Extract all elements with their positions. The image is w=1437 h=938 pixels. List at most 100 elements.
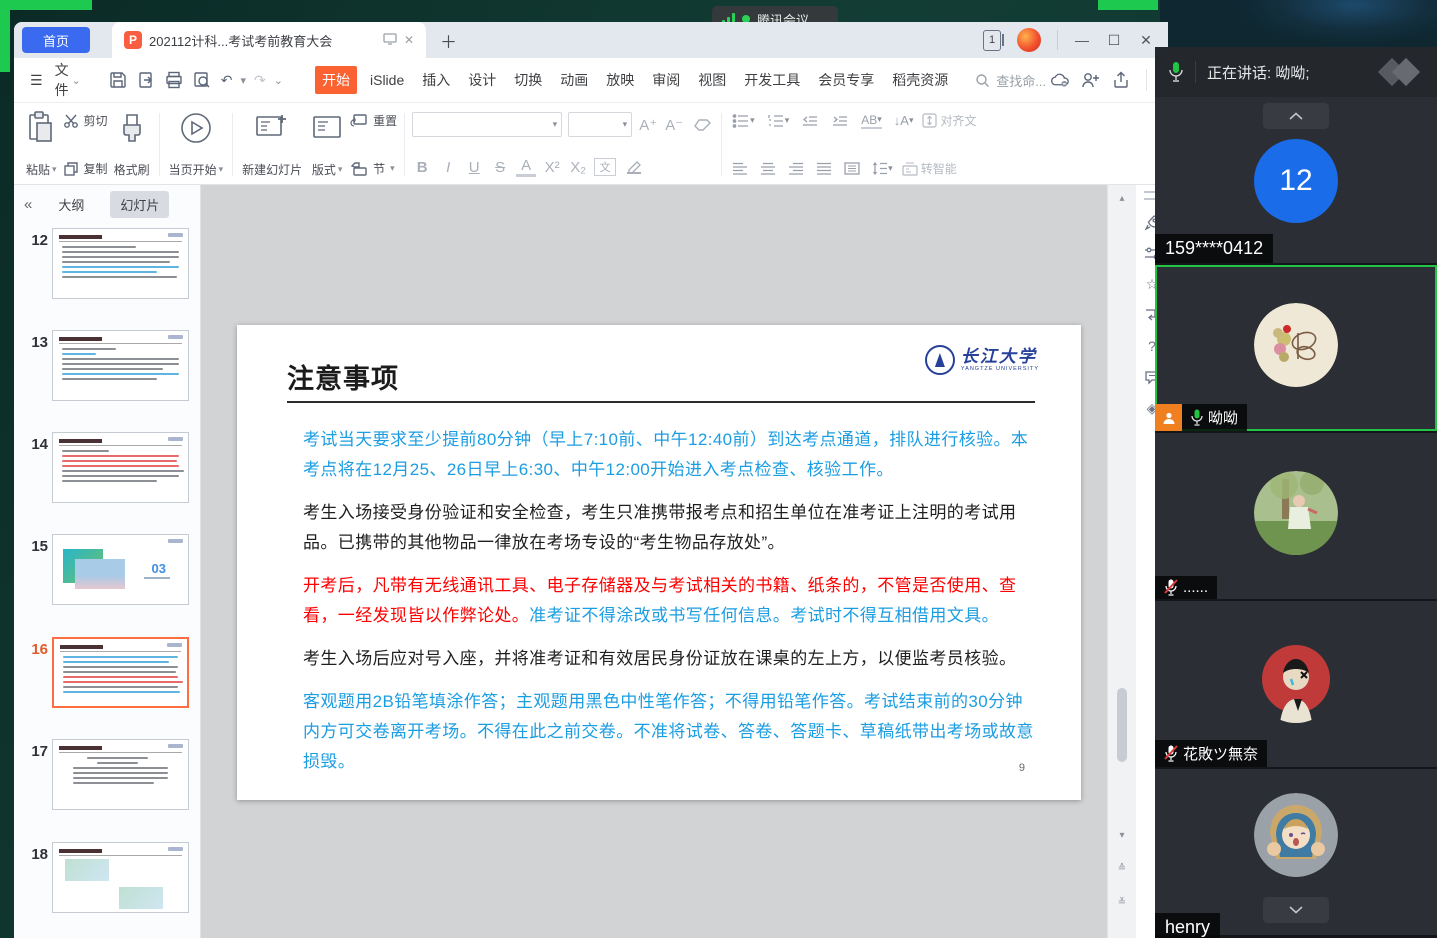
export-icon[interactable] (137, 70, 155, 90)
paragraph-group: ▾ ▾ AB▾ ↓A▾ 对齐文 ▾ 转智能 (727, 109, 978, 180)
grow-font-button[interactable]: A⁺ (638, 116, 658, 134)
strikethrough-button[interactable]: S (490, 159, 510, 176)
numbering-button[interactable]: ▾ (767, 114, 790, 128)
participant-tile[interactable]: henry (1155, 769, 1437, 935)
font-color-button[interactable]: A (516, 157, 536, 177)
underline-button[interactable]: U (464, 159, 484, 176)
previous-slide-icon[interactable]: ≙ (1108, 863, 1136, 874)
cloud-sync-icon[interactable] (1051, 70, 1071, 90)
shrink-font-button[interactable]: A⁻ (664, 116, 684, 134)
search-command[interactable]: 查找命... (975, 71, 1046, 90)
slide[interactable]: 注意事项 长江大学 YANGTZE UNIVERSITY 考试当天要求至少提前8… (237, 325, 1081, 800)
share-icon[interactable] (1111, 70, 1131, 90)
italic-button[interactable]: I (438, 159, 458, 176)
participant-tile[interactable]: 花敗ツ無奈 (1155, 601, 1437, 767)
desktop-wallpaper (1160, 0, 1437, 50)
minimize-button[interactable]: — (1074, 32, 1090, 48)
tab-slides[interactable]: 幻灯片 (110, 191, 169, 218)
subscript-button[interactable]: X₂ (568, 159, 588, 176)
scrollbar-thumb[interactable] (1117, 688, 1127, 762)
home-tab[interactable]: 首页 (22, 27, 90, 53)
meeting-panel: 正在讲话: 呦呦; 12 159****0412 呦呦 (1155, 47, 1437, 938)
print-icon[interactable] (165, 70, 183, 90)
clear-format-icon[interactable] (693, 118, 711, 132)
menu-tab-devtools[interactable]: 开发工具 (744, 70, 800, 90)
increase-indent-button[interactable] (831, 114, 849, 128)
hamburger-icon[interactable]: ☰ (30, 72, 43, 89)
copy-button[interactable]: 复制 (63, 160, 108, 177)
close-button[interactable]: ✕ (1138, 32, 1154, 49)
menu-tab-review[interactable]: 审阅 (652, 70, 680, 90)
next-slide-icon[interactable]: ≚ (1108, 897, 1136, 908)
participant-tile[interactable]: ...... (1155, 433, 1437, 599)
save-icon[interactable] (109, 70, 127, 90)
menu-tab-transition[interactable]: 切换 (514, 70, 542, 90)
share-user-icon[interactable] (1081, 70, 1101, 90)
menu-tab-insert[interactable]: 插入 (422, 70, 450, 90)
wps-window: 首页 P 202112计科...考试考前教育大会 ✕ ＋ 1 — ☐ ✕ ☰ 文… (14, 22, 1168, 938)
paragraph: 开考后，凡带有无线通讯工具、电子存储器及与考试相关的书籍、纸条的，不管是否使用、… (303, 571, 1037, 631)
menu-tab-docer[interactable]: 稻壳资源 (892, 70, 948, 90)
highlight-button[interactable] (625, 160, 643, 174)
doc-count-indicator[interactable]: 1 (983, 30, 1001, 51)
file-menu[interactable]: 文件 (55, 60, 69, 100)
play-from-current-button[interactable]: 当页开始▾ (165, 109, 228, 180)
bullets-button[interactable]: ▾ (732, 114, 755, 128)
participant-tile[interactable]: 12 159****0412 (1155, 97, 1437, 263)
collapse-panel-icon[interactable]: « (24, 196, 32, 213)
menu-tab-member[interactable]: 会员专享 (818, 70, 874, 90)
menu-tab-view[interactable]: 视图 (698, 70, 726, 90)
phonetic-guide-button[interactable]: 文 (594, 158, 616, 176)
align-text-button[interactable]: 对齐文 (922, 112, 976, 129)
reset-button[interactable]: 重置 (350, 112, 397, 129)
text-direction-button[interactable]: ↓A▾ (894, 113, 914, 128)
cut-button[interactable]: 剪切 (63, 112, 108, 129)
screenshare-monitor-icon[interactable] (383, 33, 397, 48)
document-tab[interactable]: P 202112计科...考试考前教育大会 ✕ (112, 22, 426, 58)
print-preview-icon[interactable] (193, 70, 211, 90)
section-button[interactable]: 节▾ (350, 160, 397, 177)
scroll-up-icon[interactable]: ▴ (1108, 193, 1136, 204)
font-name-select[interactable]: ▾ (412, 112, 562, 137)
superscript-button[interactable]: X² (542, 159, 562, 176)
menu-tab-design[interactable]: 设计 (468, 70, 496, 90)
align-right-button[interactable] (788, 162, 804, 175)
menu-tab-animation[interactable]: 动画 (560, 70, 588, 90)
tab-close-icon[interactable]: ✕ (404, 33, 414, 47)
layout-button[interactable]: 版式▾ (306, 109, 348, 180)
align-left-button[interactable] (732, 162, 748, 175)
new-tab-button[interactable]: ＋ (440, 28, 457, 53)
menu-tab-home[interactable]: 开始 (315, 66, 357, 94)
paragraph: 客观题用2B铅笔填涂作答；主观题用黑色中性笔作答；不得用铅笔作答。考试结束前的3… (303, 687, 1037, 777)
redo-icon[interactable]: ↷ (254, 70, 266, 90)
undo-dropdown-icon[interactable]: ▾ (241, 74, 247, 87)
maximize-button[interactable]: ☐ (1106, 32, 1122, 49)
account-avatar[interactable] (1017, 28, 1041, 52)
slide-canvas[interactable]: 注意事项 长江大学 YANGTZE UNIVERSITY 考试当天要求至少提前8… (201, 185, 1107, 938)
line-spacing-button[interactable]: ▾ (872, 162, 893, 175)
vertical-scrollbar[interactable]: ▴ ▾ ≙ ≚ (1107, 185, 1136, 938)
decrease-indent-button[interactable] (801, 114, 819, 128)
mic-muted-icon (1164, 579, 1178, 596)
expand-tiles-button[interactable] (1263, 897, 1329, 923)
char-spacing-button[interactable]: AB▾ (861, 113, 882, 129)
avatar: 12 (1254, 139, 1338, 223)
file-dropdown-icon[interactable]: ⌄ (72, 74, 81, 87)
menu-tab-slideshow[interactable]: 放映 (606, 70, 634, 90)
to-smartart-button[interactable]: 转智能 (902, 160, 957, 177)
participant-tile-active[interactable]: 呦呦 (1155, 265, 1437, 431)
tab-outline[interactable]: 大纲 (48, 191, 94, 218)
font-size-select[interactable]: ▾ (568, 112, 632, 137)
collapse-tiles-button[interactable] (1263, 103, 1329, 129)
paste-button[interactable]: 粘贴▾ (22, 109, 61, 180)
bold-button[interactable]: B (412, 159, 432, 176)
menu-tab-islide[interactable]: iSlide (370, 72, 404, 88)
quickbar-more-icon[interactable]: ⌄ (274, 74, 283, 87)
new-slide-button[interactable]: 新建幻灯片 (238, 109, 306, 180)
align-center-button[interactable] (760, 162, 776, 175)
scroll-down-icon[interactable]: ▾ (1108, 830, 1136, 841)
undo-icon[interactable]: ↶ (221, 70, 233, 90)
format-painter-button[interactable]: 格式刷 (110, 109, 154, 180)
distribute-button[interactable] (844, 162, 860, 175)
justify-button[interactable] (816, 162, 832, 175)
